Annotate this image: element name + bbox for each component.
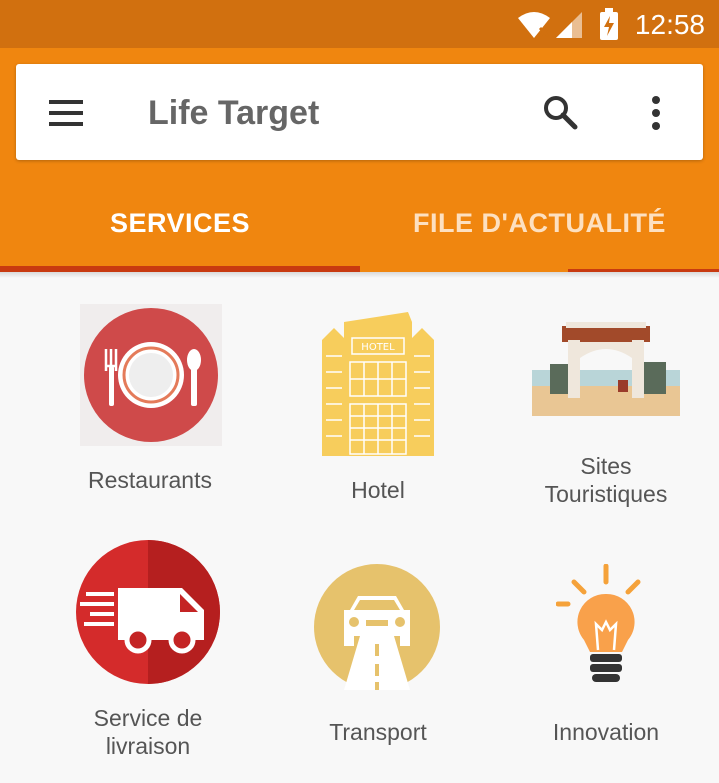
service-label: Innovation (552, 719, 660, 745)
service-label-line1: Service de (93, 705, 203, 731)
tab-services[interactable]: SERVICES (0, 208, 360, 239)
battery-charging-icon (600, 8, 618, 40)
tab-shadow (0, 272, 719, 278)
service-label-line2: Touristiques (544, 481, 668, 507)
service-sites-touristiques[interactable]: Sites Touristiques (516, 300, 696, 510)
status-bar: 12:58 (0, 0, 719, 48)
signal-icon (556, 12, 582, 38)
search-icon[interactable] (542, 94, 578, 130)
tab-news-feed[interactable]: FILE D'ACTUALITÉ (360, 208, 719, 239)
service-label-line2: livraison (105, 733, 191, 759)
tourist-site-icon (532, 318, 680, 416)
service-label: Restaurants (87, 467, 212, 493)
service-restaurants[interactable]: Restaurants (60, 300, 240, 500)
service-label: Transport (329, 719, 427, 745)
restaurant-icon (80, 304, 222, 446)
lightbulb-icon (556, 564, 641, 682)
service-label: Hotel (351, 477, 405, 503)
hotel-icon: HOTEL (322, 312, 434, 456)
service-label-line1: Sites (580, 453, 632, 479)
hamburger-menu-icon[interactable] (49, 100, 83, 126)
toolbar-card (16, 64, 703, 160)
service-hotel[interactable]: HOTEL Hotel (288, 300, 468, 510)
service-innovation[interactable]: Innovation (516, 560, 696, 760)
service-livraison[interactable]: Service de livraison (58, 534, 238, 764)
status-time: 12:58 (634, 9, 705, 40)
service-transport[interactable]: Transport (288, 554, 468, 754)
delivery-truck-icon (76, 540, 220, 684)
more-vert-icon[interactable] (650, 96, 662, 130)
car-icon (314, 564, 440, 690)
hotel-sign-text: HOTEL (361, 342, 395, 353)
app-title: Life Target (148, 94, 320, 132)
wifi-icon (518, 12, 550, 38)
